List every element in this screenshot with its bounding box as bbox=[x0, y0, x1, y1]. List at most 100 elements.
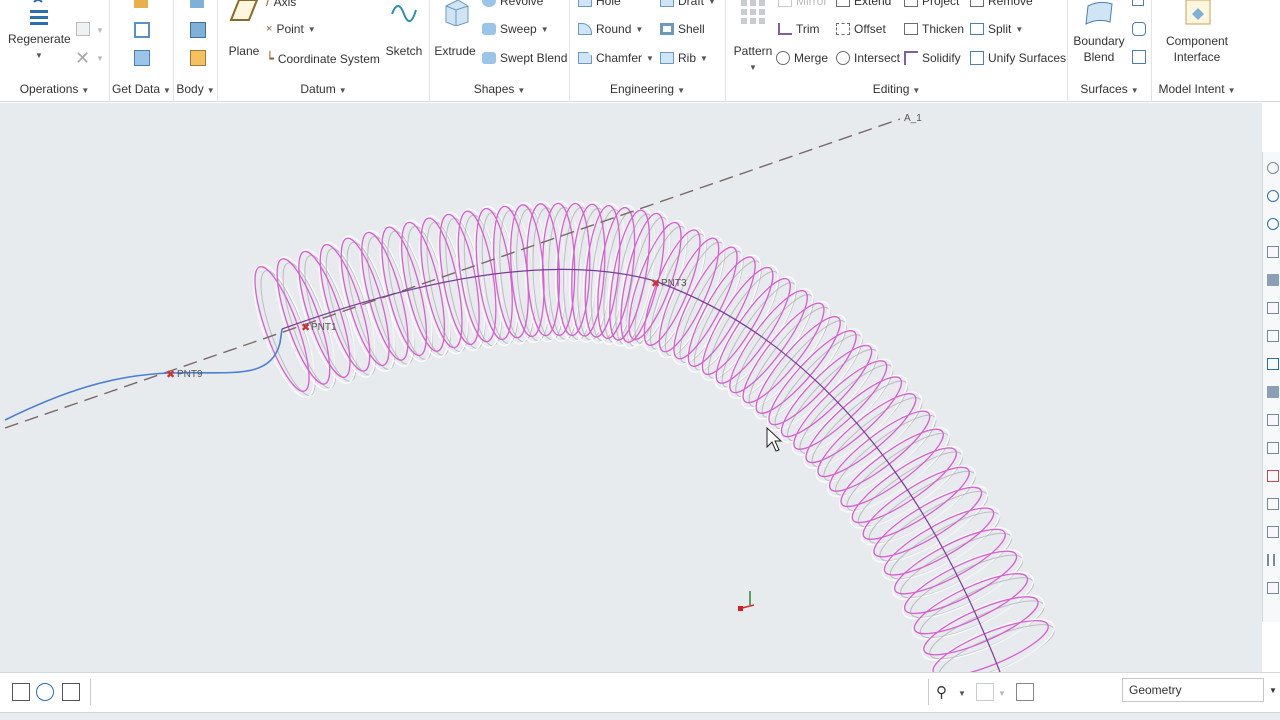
boundary-blend-button[interactable]: Boundary Blend bbox=[1070, 0, 1128, 65]
axis-button[interactable]: / Axis bbox=[266, 0, 296, 9]
swept-blend-icon bbox=[482, 52, 496, 64]
new-body-icon[interactable] bbox=[190, 22, 206, 38]
revolve-button[interactable]: Revolve bbox=[482, 0, 543, 8]
group-label-datum[interactable]: Datum ▼ bbox=[218, 82, 429, 96]
style-icon[interactable] bbox=[1132, 50, 1146, 64]
thicken-button[interactable]: Thicken bbox=[904, 22, 964, 36]
display-style-icon[interactable] bbox=[1267, 274, 1279, 286]
sweep-icon bbox=[482, 23, 496, 35]
model-scene[interactable]: A_1 ✖ PNT9 ✖ PNT1 ✖ PNT3 bbox=[0, 103, 1262, 672]
chevron-down-icon[interactable]: ▼ bbox=[646, 54, 654, 63]
chevron-down-icon[interactable]: ▼ bbox=[708, 0, 716, 6]
sweep-button[interactable]: Sweep ▼ bbox=[482, 22, 549, 36]
sketch-button[interactable]: Sketch bbox=[384, 0, 424, 59]
chevron-down-icon[interactable]: ▼ bbox=[96, 54, 104, 63]
copy-geometry-icon[interactable] bbox=[134, 22, 150, 38]
sketch-icon bbox=[391, 5, 417, 22]
zoom-out-icon[interactable] bbox=[1267, 218, 1279, 230]
group-label-operations[interactable]: Operations ▼ bbox=[0, 82, 109, 96]
coordinate-system-button[interactable]: ┕ Coordinate System bbox=[266, 51, 380, 67]
trim-button[interactable]: Trim bbox=[778, 22, 820, 36]
previous-view-icon[interactable] bbox=[1267, 582, 1279, 594]
group-surfaces: Boundary Blend Surfaces ▼ bbox=[1068, 0, 1152, 102]
copy-icon[interactable] bbox=[76, 22, 90, 36]
group-label-body[interactable]: Body ▼ bbox=[174, 82, 217, 96]
smart-select-icon[interactable] bbox=[1016, 683, 1034, 701]
selection-filter-select[interactable]: Geometry bbox=[1122, 678, 1264, 702]
datum-display-icon[interactable] bbox=[1267, 414, 1279, 426]
shell-button[interactable]: Shell bbox=[660, 22, 705, 36]
selection-mode-icon[interactable] bbox=[976, 683, 994, 701]
chevron-down-icon[interactable]: ▼ bbox=[700, 54, 708, 63]
swept-blend-button[interactable]: Swept Blend bbox=[482, 51, 567, 65]
delete-icon[interactable]: ✕ bbox=[75, 48, 90, 69]
chamfer-button[interactable]: Chamfer ▼ bbox=[578, 51, 654, 65]
split-button[interactable]: Split ▼ bbox=[970, 22, 1023, 36]
point-button[interactable]: × Point ▼ bbox=[266, 22, 316, 36]
graphics-window[interactable]: A_1 ✖ PNT9 ✖ PNT1 ✖ PNT3 bbox=[0, 103, 1262, 672]
draft-button[interactable]: Draft ▼ bbox=[660, 0, 716, 8]
chevron-down-icon[interactable]: ▼ bbox=[1266, 678, 1280, 702]
mirror-button[interactable]: Mirror bbox=[778, 0, 827, 8]
extend-button[interactable]: Extend bbox=[836, 0, 891, 8]
guide-curve[interactable] bbox=[4, 328, 283, 421]
remove-button[interactable]: Remove bbox=[970, 0, 1033, 8]
component-interface-button[interactable]: Component Interface bbox=[1154, 0, 1240, 65]
chevron-down-icon[interactable]: ▼ bbox=[749, 63, 757, 72]
project-button[interactable]: Project bbox=[904, 0, 959, 8]
chevron-down-icon[interactable]: ▼ bbox=[958, 689, 966, 698]
named-views-icon[interactable] bbox=[1267, 526, 1279, 538]
datum-point-pnt1[interactable]: ✖ PNT1 bbox=[301, 321, 337, 334]
point-marker-icon: ✖ bbox=[651, 277, 660, 290]
chevron-down-icon[interactable]: ▼ bbox=[96, 26, 104, 35]
full-screen-icon[interactable] bbox=[62, 683, 80, 701]
rib-button[interactable]: Rib ▼ bbox=[660, 51, 708, 65]
user-defined-feature-icon[interactable] bbox=[134, 0, 148, 8]
freestyle-icon[interactable] bbox=[1132, 0, 1144, 6]
appearance-icon[interactable] bbox=[1267, 498, 1279, 510]
group-label-get-data[interactable]: Get Data ▼ bbox=[110, 82, 173, 96]
datum-point-pnt9[interactable]: ✖ PNT9 bbox=[166, 368, 203, 381]
browser-toggle-icon[interactable] bbox=[36, 683, 54, 701]
chevron-down-icon[interactable]: ▼ bbox=[35, 51, 43, 60]
group-label-editing[interactable]: Editing ▼ bbox=[726, 82, 1067, 96]
perspective-icon[interactable] bbox=[1267, 358, 1279, 370]
merge-button[interactable]: Merge bbox=[776, 51, 828, 65]
find-icon[interactable]: ⚲ bbox=[936, 683, 954, 701]
datum-point-pnt3[interactable]: ✖ PNT3 bbox=[651, 277, 687, 290]
section-icon[interactable] bbox=[1267, 386, 1279, 398]
hole-button[interactable]: Hole bbox=[578, 0, 621, 8]
body-options-icon[interactable] bbox=[190, 50, 206, 66]
chevron-down-icon[interactable]: ▼ bbox=[541, 25, 549, 34]
view-manager-icon[interactable] bbox=[1267, 330, 1279, 342]
offset-button[interactable]: Offset bbox=[836, 22, 886, 36]
fill-icon[interactable] bbox=[1132, 22, 1146, 36]
group-label-surfaces[interactable]: Surfaces ▼ bbox=[1068, 82, 1151, 96]
axis-tag[interactable]: A_1 bbox=[904, 113, 922, 124]
pause-icon[interactable] bbox=[1267, 554, 1275, 566]
body-icon[interactable] bbox=[190, 0, 204, 8]
shrinkwrap-icon[interactable] bbox=[134, 50, 150, 66]
solidify-button[interactable]: Solidify bbox=[904, 51, 961, 65]
pattern-button[interactable]: Pattern ▼ bbox=[730, 0, 776, 73]
refit-icon[interactable] bbox=[1267, 162, 1279, 174]
zoom-in-icon[interactable] bbox=[1267, 190, 1279, 202]
repaint-icon[interactable] bbox=[1267, 246, 1279, 258]
model-tree-toggle-icon[interactable] bbox=[12, 683, 30, 701]
chevron-down-icon[interactable]: ▼ bbox=[635, 25, 643, 34]
group-label-model-intent[interactable]: Model Intent ▼ bbox=[1152, 82, 1242, 96]
group-label-shapes[interactable]: Shapes ▼ bbox=[430, 82, 569, 96]
chevron-down-icon[interactable]: ▼ bbox=[308, 25, 316, 34]
intersect-button[interactable]: Intersect bbox=[836, 51, 900, 65]
regenerate-button[interactable]: Regenerate ▼ bbox=[8, 0, 71, 61]
annotation-display-icon[interactable] bbox=[1267, 442, 1279, 454]
group-label-engineering[interactable]: Engineering ▼ bbox=[570, 82, 725, 96]
round-button[interactable]: Round ▼ bbox=[578, 22, 643, 36]
saved-orientations-icon[interactable] bbox=[1267, 302, 1279, 314]
spin-center-icon[interactable] bbox=[1267, 470, 1279, 482]
plane-button[interactable]: Plane bbox=[226, 0, 262, 59]
unify-surfaces-button[interactable]: Unify Surfaces bbox=[970, 51, 1066, 65]
chevron-down-icon[interactable]: ▼ bbox=[1015, 25, 1023, 34]
chevron-down-icon[interactable]: ▼ bbox=[998, 689, 1006, 698]
extrude-button[interactable]: Extrude bbox=[434, 0, 476, 59]
